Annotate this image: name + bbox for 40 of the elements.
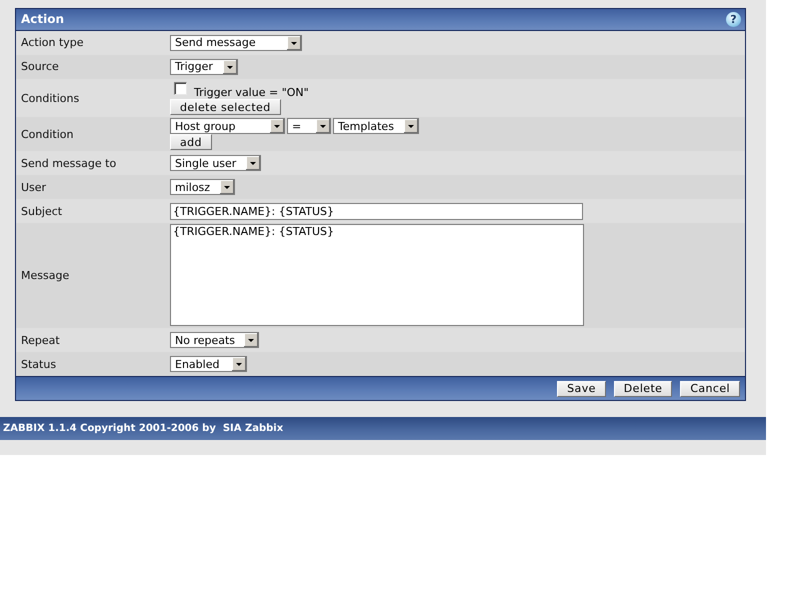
save-button[interactable]: Save	[557, 380, 606, 397]
field-label: Action type	[20, 36, 85, 50]
status-dropdown[interactable]: Enabled	[170, 356, 247, 372]
caret-icon	[316, 119, 330, 134]
checkbox[interactable]	[174, 82, 187, 95]
field-label: Source	[20, 60, 60, 74]
field-label: Condition	[20, 128, 74, 141]
repeat-dropdown[interactable]: No repeats	[170, 332, 259, 348]
subject-field[interactable]: {TRIGGER.NAME}: {STATUS}	[170, 202, 583, 220]
value-dropdown[interactable]: Templates	[333, 118, 419, 134]
source-dropdown[interactable]: Trigger	[170, 59, 238, 75]
panel-title: Action	[21, 12, 64, 27]
copyright-text: ZABBIX 1.1.4 Copyright 2001-2006 by SIA Zabbix	[3, 422, 284, 435]
caret-icon	[404, 119, 418, 134]
cancel-button[interactable]: Cancel	[680, 380, 740, 397]
field-label: Status	[20, 358, 58, 371]
delete-selected-button[interactable]: delete selected	[170, 99, 281, 116]
field-label: Repeat	[20, 334, 61, 347]
message-field[interactable]: {TRIGGER.NAME}: {STATUS}	[170, 224, 584, 326]
caret-icon	[244, 333, 258, 348]
caret-icon	[246, 156, 260, 170]
recipient-dropdown[interactable]: Single user	[170, 155, 261, 172]
condition-text: Trigger value = "ON"	[194, 85, 309, 100]
field-label: Send message to	[20, 156, 118, 170]
field-label: Message	[20, 269, 70, 282]
caret-icon	[270, 119, 284, 134]
caret-icon	[223, 60, 237, 74]
caret-icon	[287, 36, 301, 50]
caret-icon	[220, 180, 234, 194]
field-label: Subject	[20, 204, 64, 218]
caret-icon	[232, 357, 246, 372]
operator-dropdown[interactable]: =	[287, 118, 331, 134]
user-dropdown[interactable]: milosz	[170, 179, 235, 196]
field-label: Conditions	[20, 92, 80, 105]
field-label: User	[20, 180, 48, 194]
delete-button[interactable]: Delete	[614, 380, 672, 397]
add-button[interactable]: add	[170, 134, 212, 150]
condition-type-dropdown[interactable]: Host group	[170, 118, 285, 134]
help-button[interactable]: ?	[726, 12, 741, 27]
action-type-dropdown[interactable]: Send message	[170, 35, 302, 51]
